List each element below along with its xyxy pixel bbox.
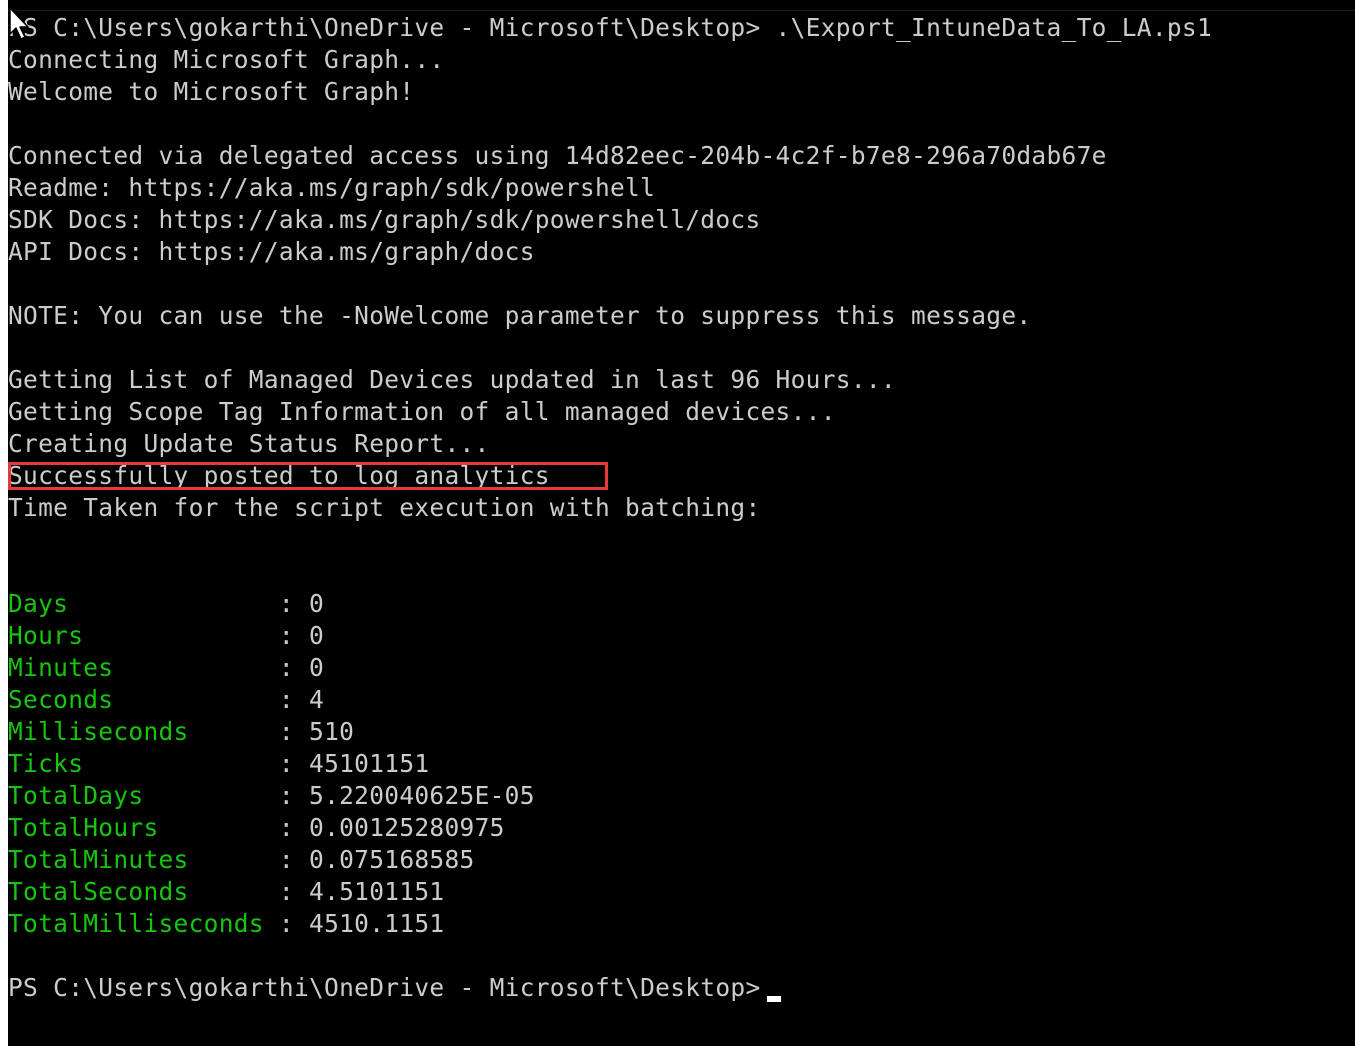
output-line: Creating Update Status Report... bbox=[8, 429, 490, 458]
success-line: Successfully posted to log analytics bbox=[8, 461, 550, 490]
terminal-output: PS C:\Users\gokarthi\OneDrive - Microsof… bbox=[8, 12, 1212, 1004]
output-line: API Docs: https://aka.ms/graph/docs bbox=[8, 237, 535, 266]
timespan-row-total-seconds: TotalSeconds : 4.5101151 bbox=[8, 876, 1212, 908]
timespan-row-total-milliseconds: TotalMilliseconds : 4510.1151 bbox=[8, 908, 1212, 940]
property-separator: : bbox=[263, 813, 310, 842]
output-line: Readme: https://aka.ms/graph/sdk/powersh… bbox=[8, 173, 656, 202]
property-name: Seconds bbox=[8, 685, 264, 714]
output-line: Connecting Microsoft Graph... bbox=[8, 45, 445, 74]
property-value: 0 bbox=[309, 621, 325, 650]
property-separator: : bbox=[263, 717, 310, 746]
property-name: Milliseconds bbox=[8, 717, 264, 746]
property-value: 4510.1151 bbox=[309, 909, 445, 938]
timespan-row-milliseconds: Milliseconds : 510 bbox=[8, 716, 1212, 748]
timespan-row-ticks: Ticks : 45101151 bbox=[8, 748, 1212, 780]
property-name: Days bbox=[8, 589, 264, 618]
output-line: Time Taken for the script execution with… bbox=[8, 493, 761, 522]
property-name: TotalSeconds bbox=[8, 877, 264, 906]
property-separator: : bbox=[263, 653, 310, 682]
property-value: 0 bbox=[309, 589, 325, 618]
property-separator: : bbox=[263, 685, 310, 714]
property-value: 4.5101151 bbox=[309, 877, 445, 906]
text-cursor-icon bbox=[766, 996, 781, 1002]
property-value: 510 bbox=[309, 717, 355, 746]
command-line: PS C:\Users\gokarthi\OneDrive - Microsof… bbox=[8, 13, 1213, 42]
property-name: Hours bbox=[8, 621, 264, 650]
property-value: 0 bbox=[309, 653, 325, 682]
timespan-row-total-hours: TotalHours : 0.00125280975 bbox=[8, 812, 1212, 844]
property-name: Minutes bbox=[8, 653, 264, 682]
property-separator: : bbox=[263, 877, 310, 906]
property-name: TotalMilliseconds bbox=[8, 909, 264, 938]
property-name: TotalDays bbox=[8, 781, 264, 810]
property-separator: : bbox=[263, 621, 310, 650]
timespan-row-seconds: Seconds : 4 bbox=[8, 684, 1212, 716]
property-separator: : bbox=[263, 589, 310, 618]
timespan-row-total-days: TotalDays : 5.220040625E-05 bbox=[8, 780, 1212, 812]
property-separator: : bbox=[263, 845, 310, 874]
property-value: 45101151 bbox=[309, 749, 430, 778]
property-separator: : bbox=[263, 781, 310, 810]
property-value: 0.00125280975 bbox=[309, 813, 505, 842]
output-line: Getting Scope Tag Information of all man… bbox=[8, 397, 836, 426]
timespan-row-minutes: Minutes : 0 bbox=[8, 652, 1212, 684]
property-name: Ticks bbox=[8, 749, 264, 778]
powershell-terminal[interactable]: PS C:\Users\gokarthi\OneDrive - Microsof… bbox=[8, 0, 1355, 1046]
property-value: 4 bbox=[309, 685, 325, 714]
property-value: 5.220040625E-05 bbox=[309, 781, 535, 810]
timespan-row-hours: Hours : 0 bbox=[8, 620, 1212, 652]
property-value: 0.075168585 bbox=[309, 845, 475, 874]
prompt-line[interactable]: PS C:\Users\gokarthi\OneDrive - Microsof… bbox=[8, 972, 1212, 1004]
output-line: SDK Docs: https://aka.ms/graph/sdk/power… bbox=[8, 205, 761, 234]
output-line: NOTE: You can use the -NoWelcome paramet… bbox=[8, 301, 1032, 330]
window-top-strip bbox=[8, 0, 1355, 11]
property-name: TotalMinutes bbox=[8, 845, 264, 874]
timespan-row-days: Days : 0 bbox=[8, 588, 1212, 620]
output-line: Getting List of Managed Devices updated … bbox=[8, 365, 896, 394]
property-separator: : bbox=[263, 749, 310, 778]
timespan-row-total-minutes: TotalMinutes : 0.075168585 bbox=[8, 844, 1212, 876]
output-line: Connected via delegated access using 14d… bbox=[8, 141, 1107, 170]
property-separator: : bbox=[263, 909, 310, 938]
mouse-pointer-icon bbox=[9, 7, 29, 40]
output-line: Welcome to Microsoft Graph! bbox=[8, 77, 415, 106]
prompt-text: PS C:\Users\gokarthi\OneDrive - Microsof… bbox=[8, 973, 761, 1002]
property-name: TotalHours bbox=[8, 813, 264, 842]
